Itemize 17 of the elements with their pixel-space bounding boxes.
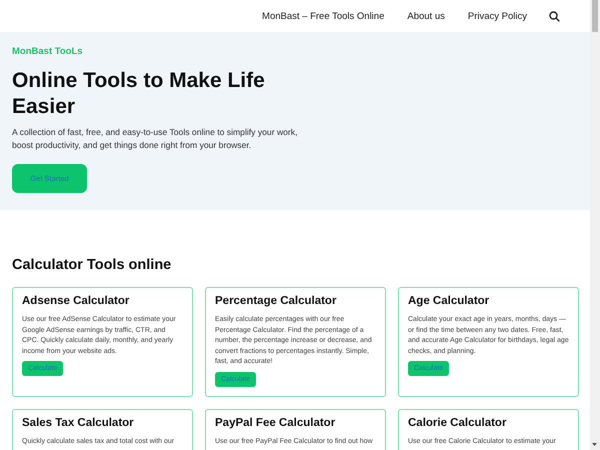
nav-link[interactable]: About us <box>407 10 445 22</box>
scrollbar-thumb[interactable] <box>592 0 598 32</box>
scrollbar[interactable] <box>590 0 600 450</box>
nav-link[interactable]: MonBast – Free Tools Online <box>262 10 384 22</box>
card-title: Age Calculator <box>408 295 490 307</box>
card-title: Sales Tax Calculator <box>22 417 135 429</box>
nav-link[interactable]: Privacy Policy <box>468 10 527 22</box>
hero-title: Online Tools to Make Life Easier <box>12 68 266 120</box>
search-icon[interactable] <box>549 10 560 22</box>
scroll-down-icon[interactable] <box>592 443 597 446</box>
hero-description: A collection of fast, free, and easy-to-use Tools online to simplify your work, boost productivity, and get things done right from your browser. <box>12 126 298 152</box>
card-title: Percentage Calculator <box>215 295 338 307</box>
card-title: PayPal Fee Calculator <box>215 417 336 429</box>
card-title: Adsense Calculator <box>22 295 130 307</box>
card-title: Calorie Calculator <box>408 417 508 429</box>
section-title: Calculator Tools online <box>12 257 172 273</box>
hero-eyebrow: MonBast TooLs <box>12 46 84 57</box>
